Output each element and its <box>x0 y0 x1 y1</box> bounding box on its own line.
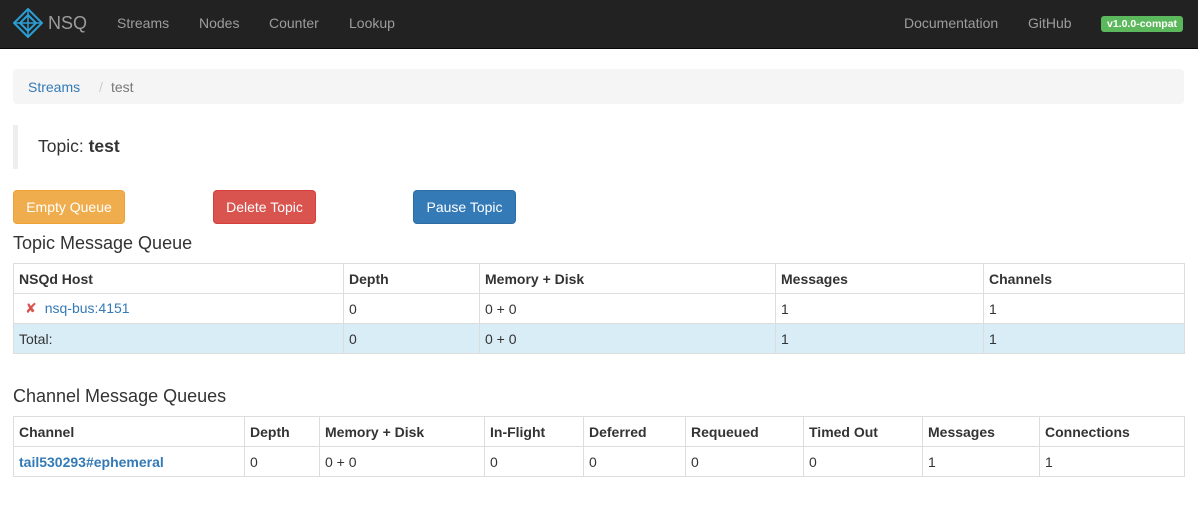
total-messages: 1 <box>775 323 984 354</box>
channel-queues-table: Channel Depth Memory + Disk In-Flight De… <box>13 416 1185 477</box>
channel-link[interactable]: tail530293#ephemeral <box>19 454 164 470</box>
messages-cell: 1 <box>922 446 1040 477</box>
host-cell: ✘ nsq-bus:4151 <box>13 293 344 324</box>
page-title: Topic: test <box>38 136 120 156</box>
column-header: Depth <box>343 263 480 294</box>
depth-cell: 0 <box>343 293 480 324</box>
column-header: NSQd Host <box>13 263 344 294</box>
requeued-cell: 0 <box>685 446 804 477</box>
channel-queues-heading: Channel Message Queues <box>13 386 227 406</box>
column-header: Messages <box>922 416 1040 447</box>
nav-counter[interactable]: Counter <box>269 15 319 31</box>
nsq-logo-icon <box>13 8 43 38</box>
nav-nodes[interactable]: Nodes <box>199 15 239 31</box>
column-header: Channel <box>13 416 245 447</box>
table-header-row: NSQd Host Depth Memory + Disk Messages C… <box>13 263 1185 294</box>
column-header: Depth <box>244 416 320 447</box>
version-badge: v1.0.0-compat <box>1101 16 1184 32</box>
memory-disk-cell: 0 + 0 <box>479 293 776 324</box>
nav-documentation[interactable]: Documentation <box>904 15 998 31</box>
total-row: Total: 0 0 + 0 1 1 <box>13 323 1185 354</box>
brand-logo-link[interactable]: NSQ <box>13 8 87 38</box>
column-header: In-Flight <box>484 416 584 447</box>
deferred-cell: 0 <box>583 446 686 477</box>
breadcrumb-streams-link[interactable]: Streams <box>28 79 80 95</box>
nav-lookup[interactable]: Lookup <box>349 15 395 31</box>
nsqd-host-link[interactable]: nsq-bus:4151 <box>45 300 130 316</box>
column-header: Memory + Disk <box>479 263 776 294</box>
column-header: Timed Out <box>803 416 923 447</box>
column-header: Memory + Disk <box>319 416 485 447</box>
topic-queue-table: NSQd Host Depth Memory + Disk Messages C… <box>13 263 1185 354</box>
table-row: tail530293#ephemeral 0 0 + 0 0 0 0 0 1 1 <box>13 446 1185 477</box>
total-label: Total: <box>13 323 344 354</box>
table-header-row: Channel Depth Memory + Disk In-Flight De… <box>13 416 1185 447</box>
column-header: Channels <box>983 263 1185 294</box>
table-row: ✘ nsq-bus:4151 0 0 + 0 1 1 <box>13 293 1185 324</box>
column-header: Deferred <box>583 416 686 447</box>
topic-blockquote: Topic: test <box>13 125 1189 169</box>
delete-topic-button[interactable]: Delete Topic <box>213 190 316 224</box>
pause-topic-button[interactable]: Pause Topic <box>413 190 516 224</box>
memory-disk-cell: 0 + 0 <box>319 446 485 477</box>
messages-cell: 1 <box>775 293 984 324</box>
nav-github[interactable]: GitHub <box>1028 15 1072 31</box>
column-header: Messages <box>775 263 984 294</box>
total-memory-disk: 0 + 0 <box>479 323 776 354</box>
in-flight-cell: 0 <box>484 446 584 477</box>
empty-queue-button[interactable]: Empty Queue <box>13 190 125 224</box>
column-header: Requeued <box>685 416 804 447</box>
channels-cell: 1 <box>983 293 1185 324</box>
column-header: Connections <box>1039 416 1185 447</box>
breadcrumb: Streams / test <box>13 69 1184 104</box>
topic-name: test <box>88 136 120 156</box>
nav-streams[interactable]: Streams <box>117 15 169 31</box>
topic-prefix: Topic: <box>38 136 84 156</box>
connections-cell: 1 <box>1039 446 1185 477</box>
brand-name: NSQ <box>48 12 88 33</box>
tombstone-x-icon[interactable]: ✘ <box>25 300 37 316</box>
total-channels: 1 <box>983 323 1185 354</box>
timed-out-cell: 0 <box>803 446 923 477</box>
total-depth: 0 <box>343 323 480 354</box>
topic-queue-heading: Topic Message Queue <box>13 233 193 253</box>
channel-cell: tail530293#ephemeral <box>13 446 245 477</box>
navbar: NSQ Streams Nodes Counter Lookup Documen… <box>0 0 1198 49</box>
breadcrumb-separator: / <box>99 79 103 95</box>
depth-cell: 0 <box>244 446 320 477</box>
breadcrumb-current: test <box>111 79 134 95</box>
